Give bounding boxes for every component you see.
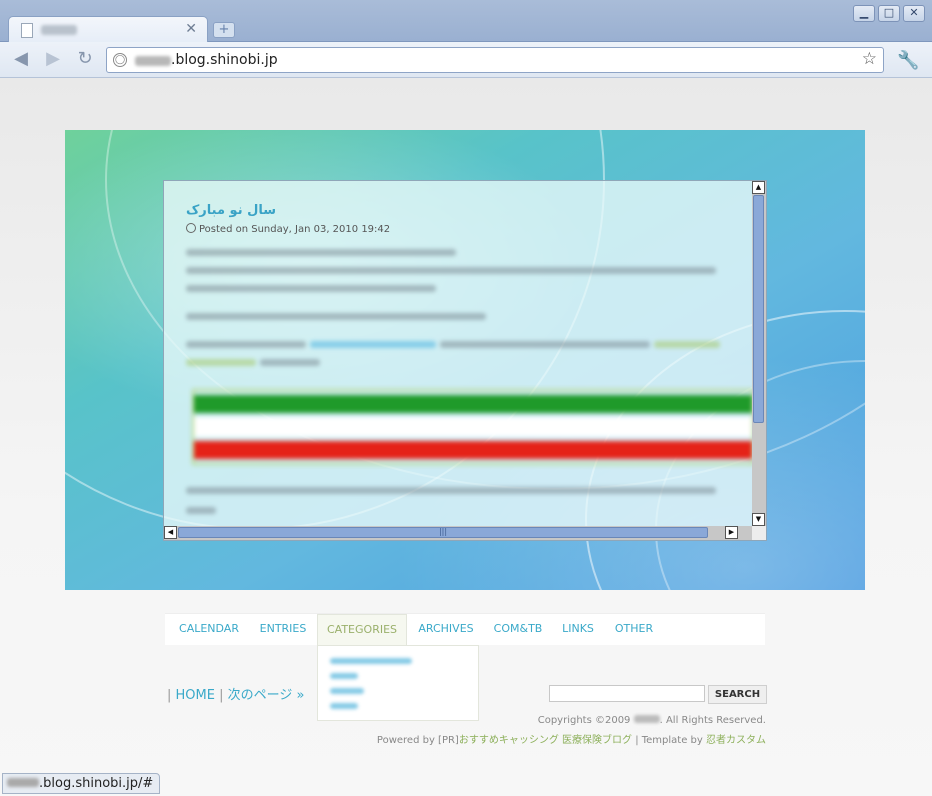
menu-entries[interactable]: ENTRIES [253, 614, 313, 646]
pager: | HOME | 次のページ » [167, 688, 305, 703]
blurred-text-line [186, 487, 716, 494]
menu-categories[interactable]: CATEGORIES [317, 614, 407, 646]
home-link[interactable]: HOME [176, 688, 215, 703]
iran-flag-image [192, 389, 754, 465]
close-tab-icon[interactable]: ✕ [185, 21, 197, 37]
post-date: Posted on Sunday, Jan 03, 2010 19:42 [186, 223, 390, 235]
blurred-text-line [186, 249, 456, 256]
address-url: .blog.shinobi.jp [171, 52, 278, 68]
category-link[interactable] [330, 658, 412, 664]
blurred-link[interactable] [310, 341, 436, 348]
powered-by: Powered by [PR]おすすめキャッシング 医療保険ブログ | Temp… [376, 735, 766, 746]
owner-redacted [633, 715, 660, 723]
horizontal-scroll-thumb[interactable]: ||| [178, 527, 708, 538]
blurred-text-line [186, 341, 306, 348]
status-url-redacted [7, 778, 39, 787]
status-bar: .blog.shinobi.jp/# [2, 773, 161, 794]
clock-icon [186, 223, 196, 233]
page-icon [21, 23, 33, 38]
status-url: .blog.shinobi.jp/# [39, 776, 154, 791]
tab-title-redacted [41, 25, 77, 35]
window-titlebar: ✕ + ▁ □ ✕ [0, 0, 932, 43]
blurred-text-line [440, 341, 650, 348]
blurred-link[interactable] [186, 359, 256, 366]
scroll-left-arrow-icon[interactable]: ◀ [164, 526, 177, 539]
category-link[interactable] [330, 673, 358, 679]
minimize-button[interactable]: ▁ [853, 5, 875, 22]
menu-calendar[interactable]: CALENDAR [165, 614, 253, 646]
blurred-text-line [186, 313, 486, 320]
wrench-icon[interactable]: 🔧 [897, 50, 919, 71]
menu-other[interactable]: OTHER [605, 614, 663, 646]
next-page-link[interactable]: 次のページ » [228, 688, 305, 703]
maximize-button[interactable]: □ [878, 5, 900, 22]
post-title[interactable]: سال نو مبارک [186, 203, 276, 218]
scroll-right-arrow-icon[interactable]: ▶ [725, 526, 738, 539]
address-bar[interactable]: ◯ .blog.shinobi.jp ☆ [106, 47, 884, 73]
main-menu: CALENDAR ENTRIES CATEGORIES ARCHIVES COM… [165, 613, 765, 646]
horizontal-scrollbar[interactable]: ◀ ||| ▶ [164, 526, 752, 540]
forward-icon[interactable]: ▶ [40, 48, 66, 72]
blurred-text-line [186, 267, 716, 274]
search-button[interactable]: SEARCH [708, 685, 767, 704]
page-viewport: سال نو مبارک Posted on Sunday, Jan 03, 2… [0, 78, 932, 796]
sponsor-link-1[interactable]: おすすめキャッシング [459, 735, 559, 746]
search-input[interactable] [549, 685, 705, 702]
menu-com-tb[interactable]: COM&TB [487, 614, 549, 646]
sponsor-link-2[interactable]: 医療保険ブログ [562, 735, 632, 746]
vertical-scrollbar[interactable]: ▲ ▼ [752, 181, 766, 526]
scroll-corner [752, 526, 766, 540]
menu-links[interactable]: LINKS [553, 614, 603, 646]
post-panel[interactable]: سال نو مبارک Posted on Sunday, Jan 03, 2… [163, 180, 767, 541]
reload-icon[interactable]: ↻ [72, 48, 98, 72]
template-link[interactable]: 忍者カスタム [706, 735, 766, 746]
vertical-scroll-thumb[interactable] [753, 195, 764, 423]
browser-toolbar: ◀ ▶ ↻ ◯ .blog.shinobi.jp ☆ 🔧 [0, 42, 932, 78]
categories-dropdown [317, 645, 479, 721]
blurred-text-line [260, 359, 320, 366]
blurred-text-line [186, 285, 436, 292]
url-redacted [135, 56, 171, 66]
blurred-text-line [186, 507, 216, 514]
close-window-button[interactable]: ✕ [903, 5, 925, 22]
header-banner: سال نو مبارک Posted on Sunday, Jan 03, 2… [65, 130, 865, 590]
browser-tab[interactable]: ✕ [8, 16, 208, 43]
copyright: Copyrights ©2009 . All Rights Reserved. [537, 715, 766, 726]
scroll-down-arrow-icon[interactable]: ▼ [752, 513, 765, 526]
blurred-link[interactable] [654, 341, 720, 348]
category-link[interactable] [330, 688, 364, 694]
new-tab-button[interactable]: + [213, 22, 235, 38]
globe-icon: ◯ [113, 53, 127, 67]
bookmark-star-icon[interactable]: ☆ [862, 49, 877, 69]
category-link[interactable] [330, 703, 358, 709]
menu-archives[interactable]: ARCHIVES [409, 614, 483, 646]
scroll-up-arrow-icon[interactable]: ▲ [752, 181, 765, 194]
back-icon[interactable]: ◀ [8, 48, 34, 72]
